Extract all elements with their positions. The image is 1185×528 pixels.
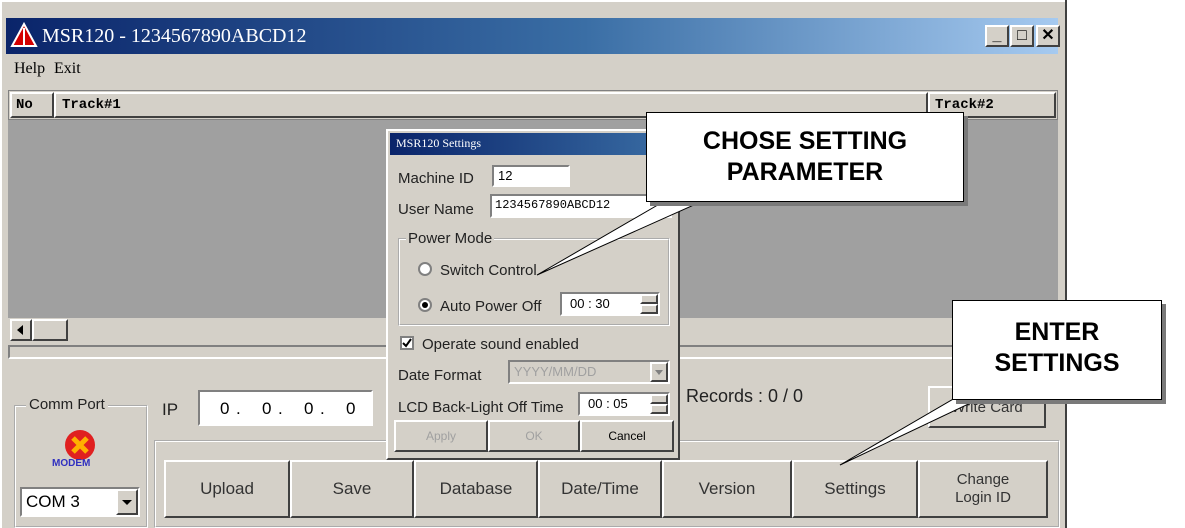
callout-chose-setting: CHOSE SETTING PARAMETER [646, 112, 964, 202]
callout-enter-line1: ENTER [1014, 318, 1100, 346]
callout-chose-line2: PARAMETER [726, 158, 884, 186]
callout-chose-line1: CHOSE SETTING [702, 127, 908, 155]
callout-enter-line2: SETTINGS [994, 349, 1120, 377]
callout-pointers [536, 194, 1042, 466]
callout-enter-settings: ENTER SETTINGS [952, 300, 1162, 400]
